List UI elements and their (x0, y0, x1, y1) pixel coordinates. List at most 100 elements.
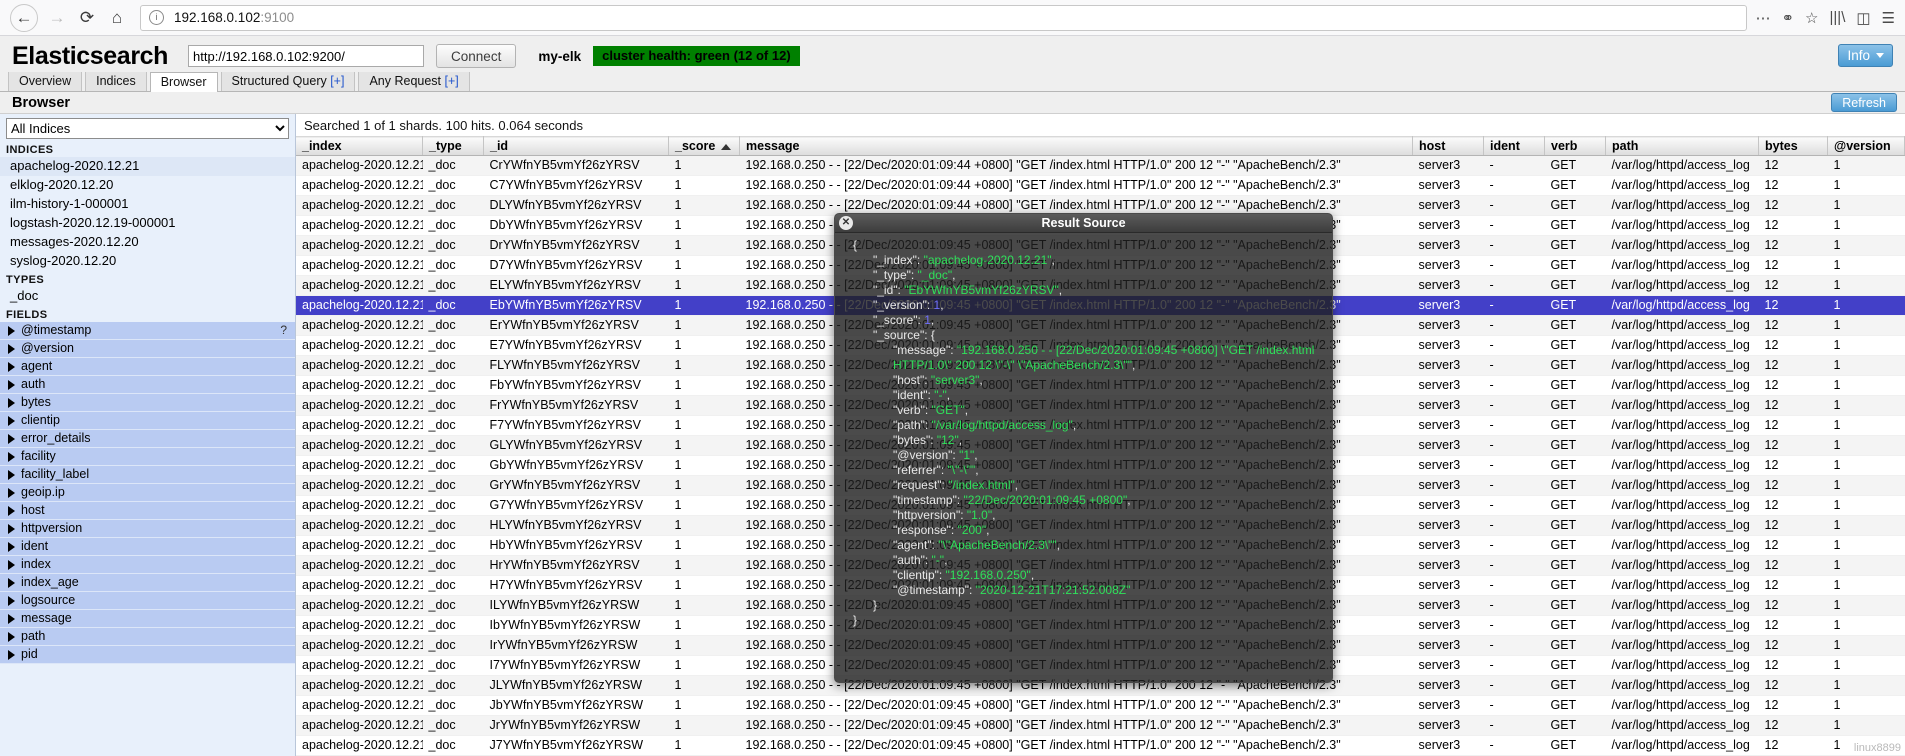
cell-id: GbYWfnYB5vmYf26zYRSV (483, 455, 669, 476)
sidebar-index-item[interactable]: logstash-2020.12.19-000001 (0, 214, 295, 233)
page-info-icon[interactable]: i (149, 10, 164, 25)
table-row[interactable]: apachelog-2020.12.21 _doc JbYWfnYB5vmYf26z… (296, 695, 1905, 716)
tab-label: Indices (96, 74, 136, 88)
sidebar-icon[interactable]: ◫ (1856, 9, 1870, 27)
sidebar-field-item[interactable]: host (0, 502, 295, 520)
sidebar-field-item[interactable]: httpversion (0, 520, 295, 538)
table-row[interactable]: apachelog-2020.12.21 _doc C7YWfnYB5vmYf26z… (296, 175, 1905, 196)
sidebar-field-item[interactable]: bytes (0, 394, 295, 412)
bookmark-star-icon[interactable]: ☆ (1805, 9, 1818, 27)
sidebar-field-item[interactable]: index_age (0, 574, 295, 592)
library-icon[interactable]: |||\ (1830, 9, 1846, 26)
expand-triangle-icon[interactable] (8, 505, 15, 516)
help-icon[interactable]: ? (280, 322, 287, 339)
shield-icon[interactable]: ⚭ (1781, 9, 1794, 27)
expand-triangle-icon[interactable] (8, 361, 15, 372)
close-icon[interactable]: ✕ (839, 216, 853, 230)
expand-triangle-icon[interactable] (8, 415, 15, 426)
indices-list: apachelog-2020.12.21 elklog-2020.12.20 ilm… (0, 157, 295, 271)
sidebar-field-item[interactable]: facility (0, 448, 295, 466)
sidebar-field-item[interactable]: pid (0, 646, 295, 664)
es-url-input[interactable] (188, 45, 425, 67)
sidebar-index-item[interactable]: elklog-2020.12.20 (0, 176, 295, 195)
sidebar-field-item[interactable]: message (0, 610, 295, 628)
back-icon[interactable]: ← (10, 3, 38, 32)
json-token: "12" (936, 433, 959, 447)
hamburger-menu-icon[interactable]: ☰ (1882, 9, 1895, 27)
cell-host: server3 (1412, 395, 1484, 416)
sidebar-field-item[interactable]: geoip.ip (0, 484, 295, 502)
column-header-version[interactable]: @version (1827, 136, 1905, 156)
sidebar-field-label: index (21, 557, 51, 571)
sidebar-field-item[interactable]: logsource (0, 592, 295, 610)
address-bar[interactable]: i 192.168.0.102:9100 (140, 4, 1748, 31)
expand-triangle-icon[interactable] (8, 451, 15, 462)
sidebar-field-item[interactable]: path (0, 628, 295, 646)
column-header-verb[interactable]: verb (1544, 136, 1606, 156)
column-header-type[interactable]: _type (422, 136, 484, 156)
sidebar-field-item[interactable]: @timestamp? (0, 322, 295, 340)
sidebar-field-item[interactable]: auth (0, 376, 295, 394)
sidebar-field-item[interactable]: @version (0, 340, 295, 358)
expand-triangle-icon[interactable] (8, 559, 15, 570)
dialog-titlebar[interactable]: ✕ Result Source (835, 214, 1332, 233)
expand-triangle-icon[interactable] (8, 649, 15, 660)
sidebar-index-item[interactable]: apachelog-2020.12.21 (0, 157, 295, 176)
column-header-message[interactable]: message (739, 136, 1413, 156)
column-header-score[interactable]: _score (668, 136, 740, 156)
sidebar-field-item[interactable]: facility_label (0, 466, 295, 484)
expand-triangle-icon[interactable] (8, 613, 15, 624)
expand-triangle-icon[interactable] (8, 541, 15, 552)
table-row[interactable]: apachelog-2020.12.21 _doc JrYWfnYB5vmYf26z… (296, 715, 1905, 736)
more-actions-icon[interactable]: ⋯ (1755, 9, 1770, 27)
table-row[interactable]: apachelog-2020.12.21 _doc J7YWfnYB5vmYf26z… (296, 735, 1905, 756)
json-token: "EbYWfnYB5vmYf26zYRSV" (904, 283, 1059, 297)
expand-triangle-icon[interactable] (8, 487, 15, 498)
sidebar-field-item[interactable]: index (0, 556, 295, 574)
sidebar-index-item[interactable]: ilm-history-1-000001 (0, 195, 295, 214)
sidebar-field-item[interactable]: agent (0, 358, 295, 376)
tab-structured-query[interactable]: Structured Query [+] (220, 71, 356, 91)
expand-triangle-icon[interactable] (8, 631, 15, 642)
refresh-button[interactable]: Refresh (1831, 93, 1897, 112)
home-icon[interactable]: ⌂ (102, 4, 132, 32)
tab-overview[interactable]: Overview (8, 71, 83, 91)
expand-triangle-icon[interactable] (8, 433, 15, 444)
tab-indices[interactable]: Indices (85, 71, 147, 91)
expand-triangle-icon[interactable] (8, 577, 15, 588)
column-header-path[interactable]: path (1605, 136, 1759, 156)
cell-id: J7YWfnYB5vmYf26zYRSW (483, 735, 669, 756)
expand-triangle-icon[interactable] (8, 397, 15, 408)
result-source-dialog[interactable]: ✕ Result Source {"_index": "apachelog-20… (834, 213, 1333, 683)
sidebar-index-item[interactable]: syslog-2020.12.20 (0, 252, 295, 271)
tab-browser[interactable]: Browser (149, 72, 218, 92)
column-header-ident[interactable]: ident (1483, 136, 1545, 156)
index-select[interactable]: All Indices (6, 118, 289, 139)
sidebar-field-item[interactable]: ident (0, 538, 295, 556)
sidebar-field-item[interactable]: clientip (0, 412, 295, 430)
tab-any-request[interactable]: Any Request [+] (358, 71, 470, 91)
cell-id: DbYWfnYB5vmYf26zYRSV (483, 215, 669, 236)
connect-button[interactable]: Connect (436, 44, 517, 68)
info-button[interactable]: Info (1838, 44, 1893, 67)
column-header-id[interactable]: _id (483, 136, 669, 156)
sidebar-index-item[interactable]: messages-2020.12.20 (0, 233, 295, 252)
cell-path: /var/log/httpd/access_log (1605, 315, 1759, 336)
expand-triangle-icon[interactable] (8, 469, 15, 480)
expand-triangle-icon[interactable] (8, 523, 15, 534)
json-token: "ident": (893, 388, 935, 402)
expand-triangle-icon[interactable] (8, 379, 15, 390)
table-row[interactable]: apachelog-2020.12.21 _doc CrYWfnYB5vmYf26z… (296, 155, 1905, 176)
reload-icon[interactable]: ⟳ (72, 4, 102, 32)
column-header-index[interactable]: _index (296, 136, 423, 156)
cell-index: apachelog-2020.12.21 (296, 435, 423, 456)
json-token: 1 (924, 313, 931, 327)
column-header-host[interactable]: host (1412, 136, 1484, 156)
sidebar-field-item[interactable]: error_details (0, 430, 295, 448)
expand-triangle-icon[interactable] (8, 595, 15, 606)
column-header-bytes[interactable]: bytes (1758, 136, 1828, 156)
expand-triangle-icon[interactable] (8, 325, 15, 336)
cell-type: _doc (422, 175, 484, 196)
expand-triangle-icon[interactable] (8, 343, 15, 354)
sidebar-type-item[interactable]: _doc (0, 287, 295, 306)
